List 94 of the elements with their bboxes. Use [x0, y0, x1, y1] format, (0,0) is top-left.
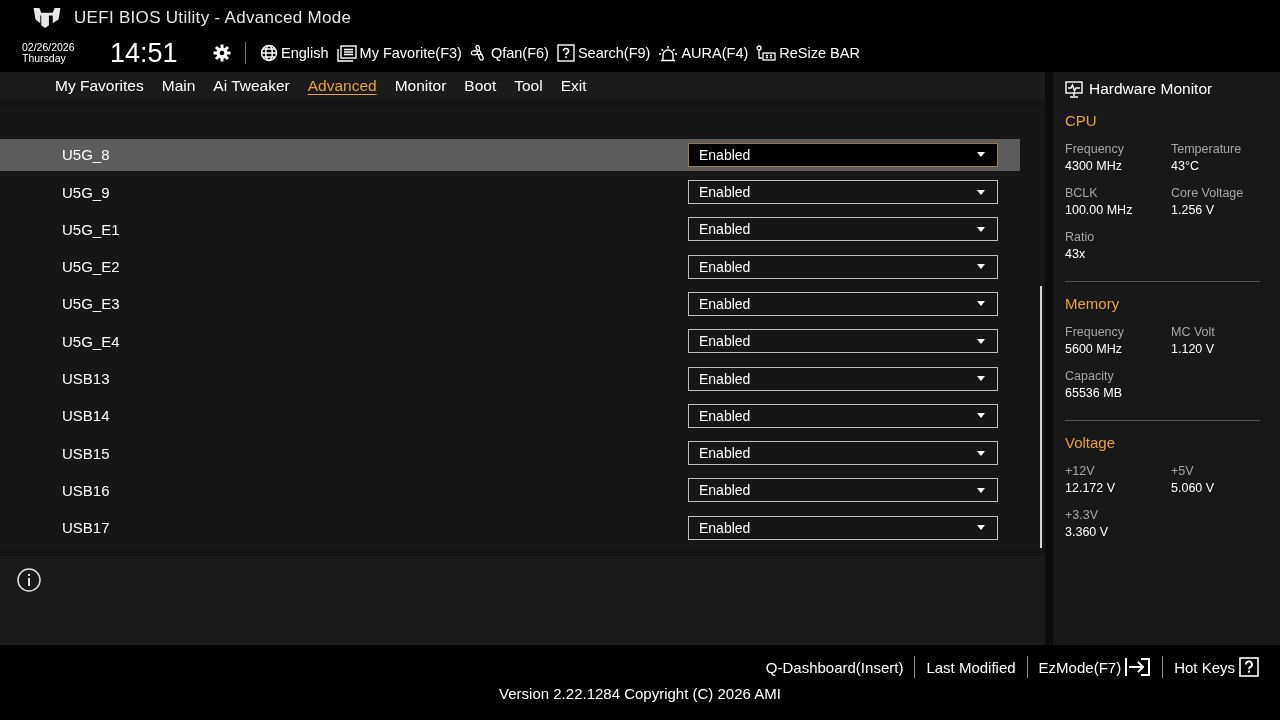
hot-keys-button[interactable]: Hot Keys [1163, 657, 1270, 677]
favorite-button[interactable]: My Favorite(F3) [336, 44, 462, 62]
list-icon [336, 44, 357, 62]
aura-button[interactable]: AURA(F4) [658, 44, 749, 62]
caret-icon [977, 376, 985, 382]
reading-label: Ratio [1065, 230, 1096, 244]
reading-label: MC Volt [1171, 325, 1216, 339]
ez-mode-button[interactable]: EzMode(F7) [1027, 658, 1163, 676]
section-heading: Voltage [1065, 434, 1117, 451]
value-dropdown[interactable]: Enabled [688, 180, 998, 205]
search-button[interactable]: Search(F9) [556, 44, 651, 62]
value-dropdown[interactable]: Enabled [688, 142, 998, 167]
reading-value: 5.060 V [1171, 481, 1216, 495]
setting-label: U5G_8 [61, 146, 111, 164]
caret-icon [977, 338, 985, 344]
setting-label: U5G_E3 [61, 295, 121, 313]
value-dropdown[interactable]: Enabled [688, 441, 998, 466]
menu-tab[interactable]: Tool [506, 77, 551, 95]
menu-tab[interactable]: Exit [552, 77, 595, 95]
reading-value: 100.00 MHz [1065, 203, 1134, 217]
section-heading: Memory [1065, 295, 1121, 312]
reading-value: 43°C [1171, 159, 1200, 173]
reading-value: 1.120 V [1171, 342, 1216, 356]
reading-label: Frequency [1065, 325, 1126, 339]
caret-icon [977, 226, 985, 232]
reading-label: +5V [1171, 464, 1195, 478]
language-button[interactable]: English [260, 44, 329, 62]
caret-icon [977, 450, 985, 456]
reading-label: +3.3V [1065, 508, 1099, 522]
settings-icon[interactable] [213, 44, 231, 62]
section-heading: CPU [1065, 112, 1098, 129]
exit-arrow-icon [1125, 658, 1152, 676]
help-box-icon [1239, 657, 1259, 677]
last-modified-button[interactable]: Last Modified [915, 658, 1027, 676]
caret-icon [977, 413, 985, 419]
value-dropdown[interactable]: Enabled [688, 403, 998, 428]
reading-value: 1.256 V [1171, 203, 1216, 217]
reading-label: Core Voltage [1171, 186, 1245, 200]
setting-label: USB16 [61, 481, 111, 499]
reading-value: 5600 MHz [1065, 342, 1123, 356]
reading-label: Frequency [1065, 142, 1126, 156]
reading-value: 4300 MHz [1065, 159, 1123, 173]
window-title: UEFI BIOS Utility - Advanced Mode [74, 8, 352, 28]
setting-label: U5G_E1 [61, 220, 121, 238]
caret-icon [977, 189, 985, 195]
menu-tab[interactable]: Ai Tweaker [205, 77, 298, 95]
shield-logo-icon [32, 7, 62, 29]
caret-icon [977, 152, 985, 158]
value-dropdown[interactable]: Enabled [688, 217, 998, 242]
clock-time: 14:51 [110, 37, 179, 69]
value-dropdown[interactable]: Enabled [688, 291, 998, 316]
caret-icon [977, 525, 985, 531]
caret-icon [977, 264, 985, 270]
setting-label: USB15 [61, 444, 111, 462]
menu-tab[interactable]: My Favorites [47, 77, 152, 95]
caret-icon [977, 487, 985, 493]
reading-label: Capacity [1065, 369, 1115, 383]
reading-label: BCLK [1065, 186, 1099, 200]
scrollbar[interactable] [1040, 286, 1042, 548]
fan-button[interactable]: Qfan(F6) [469, 44, 549, 62]
date-text: 02/26/2026 [22, 42, 76, 53]
menu-tab[interactable]: Main [153, 77, 204, 95]
value-dropdown[interactable]: Enabled [688, 366, 998, 391]
value-dropdown[interactable]: Enabled [688, 478, 998, 503]
reading-label: +12V [1065, 464, 1096, 478]
reading-value: 12.172 V [1065, 481, 1117, 495]
setting-label: U5G_E4 [61, 332, 121, 350]
value-dropdown[interactable]: Enabled [688, 329, 998, 354]
help-box-icon [556, 44, 575, 62]
setting-label: U5G_9 [61, 183, 111, 201]
setting-label: USB17 [61, 519, 111, 537]
caret-icon [977, 301, 985, 307]
panel-title: Hardware Monitor [1089, 80, 1213, 98]
value-dropdown[interactable]: Enabled [688, 254, 998, 279]
info-icon [17, 568, 41, 592]
reading-label: Temperature [1171, 142, 1243, 156]
reading-value: 3.360 V [1065, 525, 1110, 539]
menu-tab[interactable]: Monitor [386, 77, 455, 95]
chip-icon [756, 44, 777, 62]
version-text: Version 2.22.1284 Copyright (C) 2026 AMI [499, 685, 781, 702]
dashboard-button[interactable]: Q-Dashboard(Insert) [754, 658, 915, 676]
setting-label: USB14 [61, 407, 111, 425]
value-dropdown[interactable]: Enabled [688, 515, 998, 540]
globe-icon [260, 44, 278, 62]
weekday-text: Thursday [22, 53, 67, 64]
setting-label: U5G_E2 [61, 258, 121, 276]
reading-value: 65536 MB [1065, 386, 1123, 400]
reading-value: 43x [1065, 247, 1087, 261]
lamp-icon [658, 44, 679, 62]
monitor-icon [1065, 80, 1083, 98]
setting-label: USB13 [61, 370, 111, 388]
menu-tab[interactable]: Advanced [299, 77, 385, 95]
menu-tab[interactable]: Boot [456, 77, 505, 95]
resize-bar-button[interactable]: ReSize BAR [756, 44, 860, 62]
